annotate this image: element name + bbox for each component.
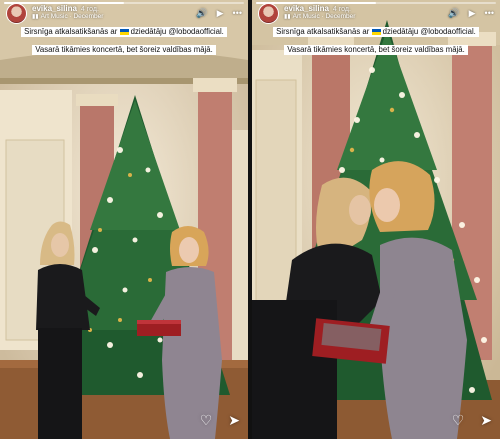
user-block: evika_silina 4 год. ▮▮ Art Music · Decem… — [32, 4, 104, 21]
ukraine-flag-icon — [371, 28, 381, 35]
music-bars-icon: ▮▮ — [32, 14, 39, 21]
volume-icon[interactable]: 🔊 — [196, 8, 207, 18]
story-caption: Sirsnīga atkalsatikšanās ar dziedātāju @… — [3, 21, 245, 57]
music-label[interactable]: ▮▮ Art Music · December — [32, 12, 104, 21]
caption-line-1: Sirsnīga atkalsatikšanās ar dziedātāju @… — [21, 27, 227, 37]
story-photo — [252, 0, 500, 439]
caption-line-1: Sirsnīga atkalsatikšanās ar dziedātāju @… — [273, 27, 479, 37]
story-caption: Sirsnīga atkalsatikšanās ar dziedātāju @… — [255, 21, 497, 57]
volume-icon[interactable]: 🔊 — [448, 8, 459, 18]
story-panel-right[interactable]: evika_silina 4 год. ▮▮ Art Music · Decem… — [252, 0, 500, 439]
send-icon[interactable]: ➤ — [480, 413, 492, 427]
story-photo — [0, 0, 248, 439]
send-icon[interactable]: ➤ — [228, 413, 240, 427]
story-panel-left[interactable]: evika_silina 4 год. ▮▮ Art Music · Decem… — [0, 0, 248, 439]
music-bars-icon: ▮▮ — [284, 14, 291, 21]
caption-line-2: Vasarā tikāmies koncertā, bet šoreiz val… — [32, 45, 216, 55]
story-footer: ♡ ➤ — [452, 413, 492, 427]
play-icon[interactable]: ▶ — [469, 8, 476, 18]
story-header: evika_silina 4 год. ▮▮ Art Music · Decem… — [6, 2, 242, 24]
music-text: Art Music · December — [40, 12, 104, 20]
play-icon[interactable]: ▶ — [217, 8, 224, 18]
caption-line-2: Vasarā tikāmies koncertā, bet šoreiz val… — [284, 45, 468, 55]
music-text: Art Music · December — [292, 12, 356, 20]
header-icons: 🔊 ▶ ••• — [196, 8, 242, 18]
more-icon[interactable]: ••• — [233, 8, 242, 18]
ukraine-flag-icon — [119, 28, 129, 35]
heart-icon[interactable]: ♡ — [200, 413, 213, 427]
heart-icon[interactable]: ♡ — [452, 413, 465, 427]
header-icons: 🔊 ▶ ••• — [448, 8, 494, 18]
user-block: evika_silina 4 год. ▮▮ Art Music · Decem… — [284, 4, 356, 21]
story-footer: ♡ ➤ — [200, 413, 240, 427]
more-icon[interactable]: ••• — [485, 8, 494, 18]
story-header: evika_silina 4 год. ▮▮ Art Music · Decem… — [258, 2, 494, 24]
music-label[interactable]: ▮▮ Art Music · December — [284, 12, 356, 21]
